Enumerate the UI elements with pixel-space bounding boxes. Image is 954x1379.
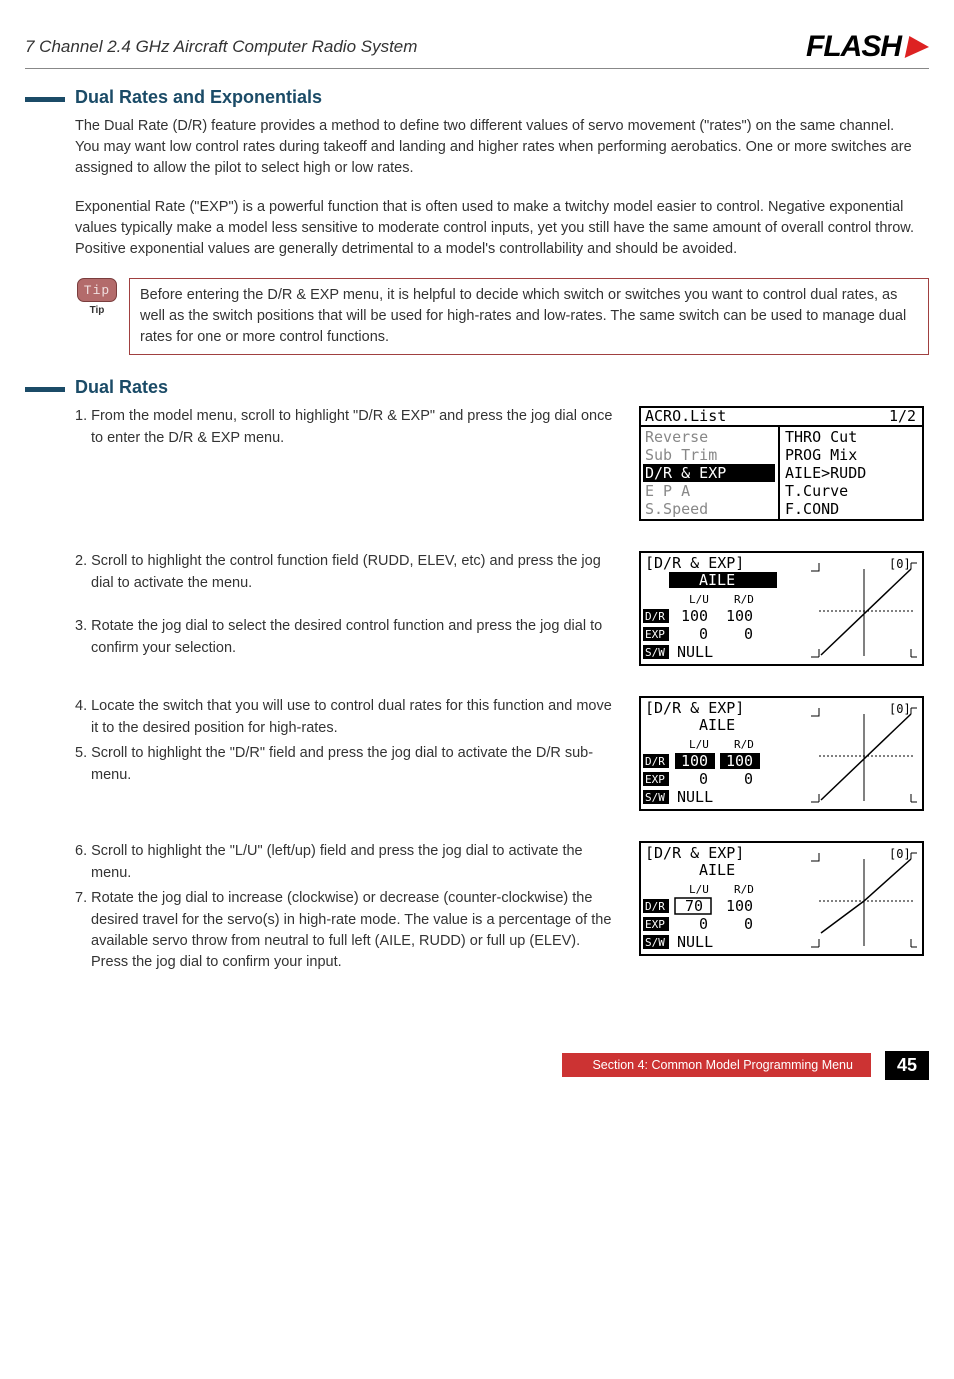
step-text: 2. Scroll to highlight the control funct… <box>75 551 619 663</box>
lcd-row-label: S/W <box>645 936 665 949</box>
step-line: 5. Scroll to highlight the "D/R" field a… <box>75 743 619 786</box>
step-line: 7. Rotate the jog dial to increase (cloc… <box>75 888 619 974</box>
tip-callout: Tip Tip Before entering the D/R & EXP me… <box>75 278 929 355</box>
tip-badge-icon: Tip <box>77 278 117 302</box>
step-text: 1. From the model menu, scroll to highli… <box>75 406 619 453</box>
lcd-item: PROG Mix <box>785 446 857 464</box>
lcd-col-header: R/D <box>734 738 754 751</box>
lcd-screenshot: [D/R & EXP] AILE [0] L/U R/D D/R 70 100 … <box>639 841 924 956</box>
lcd-item: T.Curve <box>785 482 848 500</box>
lcd-badge: [0] <box>889 702 911 716</box>
section-heading: Dual Rates and Exponentials <box>75 87 322 108</box>
step-line: 2. Scroll to highlight the control funct… <box>75 551 619 594</box>
lcd-value: 100 <box>681 752 708 770</box>
step-line: 1. From the model menu, scroll to highli… <box>75 406 619 449</box>
lcd-badge: [0] <box>889 847 911 861</box>
lcd-item-selected: D/R & EXP <box>645 464 726 482</box>
section-heading-row: Dual Rates <box>25 377 929 398</box>
step-block: 1. From the model menu, scroll to highli… <box>75 406 924 521</box>
lcd-item: Reverse <box>645 428 708 446</box>
section-bar-icon <box>25 387 65 392</box>
product-title: 7 Channel 2.4 GHz Aircraft Computer Radi… <box>25 37 417 57</box>
logo-text: FLASH <box>806 30 901 64</box>
lcd-col-header: L/U <box>689 593 709 606</box>
step-block: 6. Scroll to highlight the "L/U" (left/u… <box>75 841 924 978</box>
section-bar-icon <box>25 97 65 102</box>
lcd-value: 0 <box>744 625 753 643</box>
footer-page-number: 45 <box>885 1051 929 1080</box>
lcd-page: 1/2 <box>889 407 916 425</box>
lcd-item: S.Speed <box>645 500 708 518</box>
step-text: 4. Locate the switch that you will use t… <box>75 696 619 790</box>
lcd-title: [D/R & EXP] <box>645 699 744 717</box>
tip-label: Tip <box>90 305 105 316</box>
lcd-value: 100 <box>726 752 753 770</box>
section-heading: Dual Rates <box>75 377 168 398</box>
lcd-item: F.COND <box>785 500 839 518</box>
lcd-title: [D/R & EXP] <box>645 554 744 572</box>
lcd-screenshot: ACRO.List 1/2 Reverse Sub Trim D/R & EXP… <box>639 406 924 521</box>
step-block: 2. Scroll to highlight the control funct… <box>75 551 924 666</box>
lcd-item: E P A <box>645 482 690 500</box>
lcd-value: 100 <box>681 607 708 625</box>
section-heading-row: Dual Rates and Exponentials <box>25 87 929 108</box>
lcd-row-label: D/R <box>645 610 665 623</box>
lcd-channel: AILE <box>699 571 735 589</box>
lcd-value: 0 <box>744 915 753 933</box>
lcd-item: THRO Cut <box>785 428 857 446</box>
step-line: 6. Scroll to highlight the "L/U" (left/u… <box>75 841 619 884</box>
lcd-row-label: D/R <box>645 755 665 768</box>
lcd-value: NULL <box>677 643 713 661</box>
lcd-screenshot: [D/R & EXP] AILE [0] L/U R/D D/R 100 100… <box>639 551 924 666</box>
lcd-value: 0 <box>699 625 708 643</box>
page-footer: Section 4: Common Model Programming Menu… <box>562 1051 929 1080</box>
step-block: 4. Locate the switch that you will use t… <box>75 696 924 811</box>
lcd-col-header: L/U <box>689 738 709 751</box>
brand-logo: FLASH <box>806 30 929 64</box>
lcd-row-label: EXP <box>645 773 665 786</box>
lcd-screenshot: [D/R & EXP] AILE [0] L/U R/D D/R 100 100… <box>639 696 924 811</box>
footer-section-label: Section 4: Common Model Programming Menu <box>562 1053 871 1077</box>
lcd-channel: AILE <box>699 861 735 879</box>
lcd-value: NULL <box>677 788 713 806</box>
lcd-col-header: R/D <box>734 593 754 606</box>
logo-triangle-icon <box>905 36 932 58</box>
lcd-item: AILE>RUDD <box>785 464 866 482</box>
lcd-value: 100 <box>726 897 753 915</box>
paragraph: The Dual Rate (D/R) feature provides a m… <box>75 116 919 179</box>
step-line: 3. Rotate the jog dial to select the des… <box>75 616 619 659</box>
lcd-row-label: EXP <box>645 918 665 931</box>
lcd-col-header: R/D <box>734 883 754 896</box>
step-line: 4. Locate the switch that you will use t… <box>75 696 619 739</box>
lcd-row-label: EXP <box>645 628 665 641</box>
lcd-title: [D/R & EXP] <box>645 844 744 862</box>
lcd-title: ACRO.List <box>645 407 726 425</box>
lcd-value: 100 <box>726 607 753 625</box>
step-text: 6. Scroll to highlight the "L/U" (left/u… <box>75 841 619 978</box>
lcd-value: NULL <box>677 933 713 951</box>
lcd-row-label: S/W <box>645 791 665 804</box>
lcd-value: 70 <box>685 897 703 915</box>
lcd-row-label: S/W <box>645 646 665 659</box>
lcd-badge: [0] <box>889 557 911 571</box>
paragraph: Exponential Rate ("EXP") is a powerful f… <box>75 197 919 260</box>
lcd-row-label: D/R <box>645 900 665 913</box>
lcd-value: 0 <box>699 915 708 933</box>
page-header: 7 Channel 2.4 GHz Aircraft Computer Radi… <box>25 30 929 69</box>
lcd-value: 0 <box>744 770 753 788</box>
tip-text: Before entering the D/R & EXP menu, it i… <box>129 278 929 355</box>
lcd-col-header: L/U <box>689 883 709 896</box>
lcd-item: Sub Trim <box>645 446 717 464</box>
lcd-value: 0 <box>699 770 708 788</box>
lcd-channel: AILE <box>699 716 735 734</box>
tip-badge-column: Tip Tip <box>75 278 119 316</box>
